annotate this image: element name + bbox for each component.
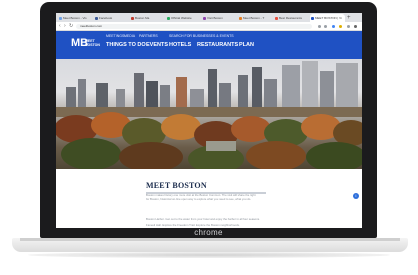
browser-window: MEET BOSTON | Vi Best Restaurants Meet Bos…	[56, 13, 362, 228]
site-search-link[interactable]: SEARCH FOR BUSINESSES & EVENTS	[169, 34, 234, 38]
tab-favicon-icon	[59, 16, 62, 20]
site-logo-text: MEET BOSTON	[85, 39, 100, 47]
tab-label: Meet Boston - T	[243, 16, 265, 20]
back-icon[interactable]: ‹	[59, 23, 61, 29]
tab-favicon-icon	[311, 16, 314, 20]
tab-favicon-icon	[275, 16, 278, 20]
extension-icon[interactable]	[318, 24, 321, 28]
intro-text: for Boston, historical on-line open way …	[146, 197, 252, 201]
tab-label: Best Restaurants	[279, 16, 303, 20]
tab-favicon-icon	[239, 16, 242, 20]
laptop-shadow	[28, 252, 390, 258]
nav-hotels[interactable]: HOTELS	[169, 42, 191, 49]
laptop-hinge	[20, 238, 400, 241]
tab-label: Boston Ma	[135, 16, 150, 20]
browser-tab[interactable]: Best Restaurants	[274, 14, 309, 22]
util-link-meetings[interactable]: MEETINGS	[106, 34, 124, 38]
tab-label: Facebook	[99, 16, 113, 20]
browser-tab[interactable]: Visit Boston	[202, 14, 237, 22]
nav-restaurants[interactable]: RESTAURANTS	[197, 42, 238, 49]
new-tab-icon[interactable]: +	[347, 14, 351, 22]
site-header: MB MEET BOSTON MEETINGS MEDIA PARTNERS S…	[56, 31, 362, 59]
menu-icon[interactable]	[354, 24, 357, 28]
util-link-media[interactable]: MEDIA	[124, 34, 135, 38]
browser-tab[interactable]: Facebook	[94, 14, 129, 22]
tab-favicon-icon	[203, 16, 206, 20]
tab-label: Visit Boston	[207, 16, 223, 20]
browser-tab[interactable]: Official Website	[166, 14, 201, 22]
reload-icon[interactable]: ↻	[69, 23, 73, 29]
forward-icon[interactable]: ›	[64, 23, 66, 29]
page-title: MEET BOSTON	[146, 181, 207, 190]
nav-plan[interactable]: PLAN	[239, 42, 254, 49]
url-input[interactable]: meetboston.com	[76, 23, 312, 29]
extension-icon[interactable]	[339, 24, 342, 28]
browser-tab[interactable]: MEET BOSTON | Vi	[310, 14, 345, 22]
extension-icon[interactable]	[332, 24, 335, 28]
page-content: MEET BOSTON Boston makes history one mor…	[56, 169, 362, 228]
tab-label: Official Website	[171, 16, 192, 20]
address-bar: ‹ › ↻ meetboston.com	[56, 22, 362, 31]
browser-tab[interactable]: Meet Boston - Vis	[58, 14, 93, 22]
tab-label: Meet Boston - Vis	[63, 16, 87, 20]
browser-tab[interactable]: Boston Ma	[130, 14, 165, 22]
tab-label: MEET BOSTON | Vi	[315, 16, 342, 20]
tab-favicon-icon	[167, 16, 170, 20]
tab-favicon-icon	[131, 16, 134, 20]
info-icon[interactable]: i	[353, 193, 359, 199]
tab-favicon-icon	[95, 16, 98, 20]
chrome-brand-label: chrome	[194, 228, 223, 237]
util-link-partners[interactable]: PARTNERS	[139, 34, 158, 38]
profile-icon[interactable]	[347, 24, 350, 28]
body-text: Boston Harbor. Get out to the water from…	[146, 217, 260, 221]
body-text: Faneuil Hall. Explore the Freedom Trail.…	[146, 223, 240, 227]
hero-image-boston-skyline	[56, 59, 362, 169]
nav-events[interactable]: EVENTS	[146, 42, 168, 49]
browser-tab[interactable]: Meet Boston - T	[238, 14, 273, 22]
tab-bar: MEET BOSTON | Vi Best Restaurants Meet Bos…	[56, 13, 362, 22]
nav-things-to-do[interactable]: THINGS TO DO	[106, 42, 146, 49]
extension-icon[interactable]	[324, 24, 327, 28]
skyline-illustration	[56, 61, 362, 169]
